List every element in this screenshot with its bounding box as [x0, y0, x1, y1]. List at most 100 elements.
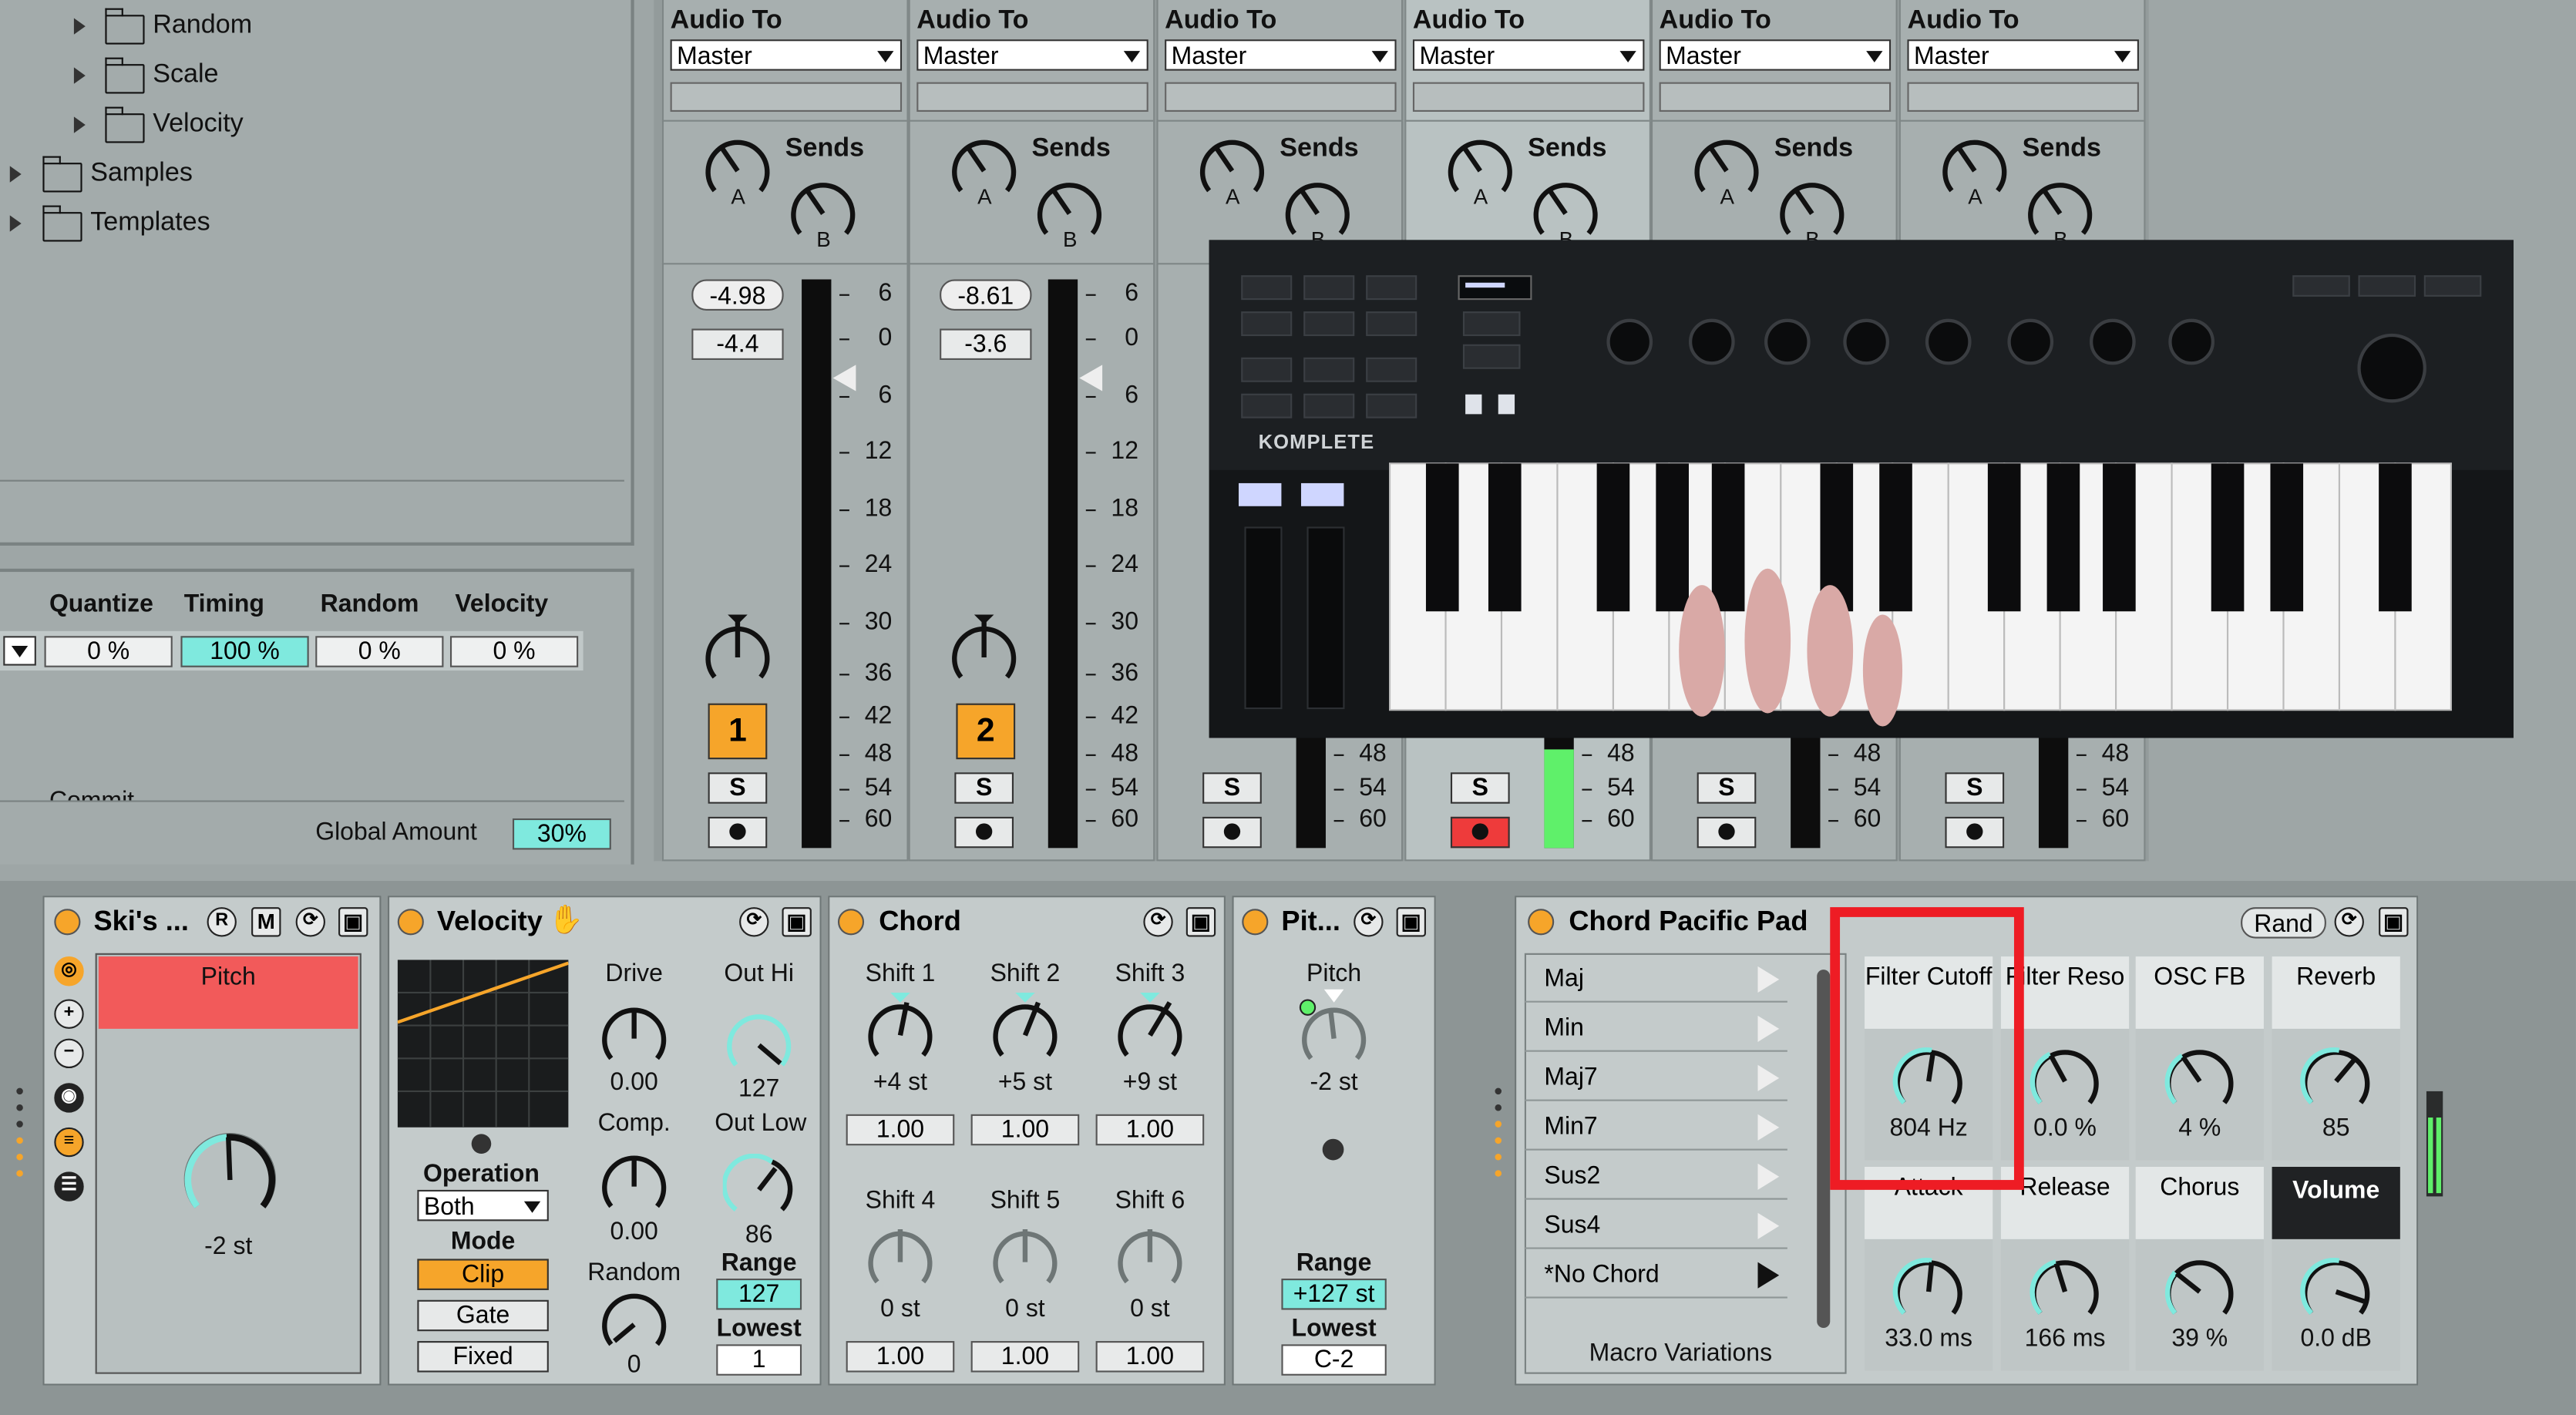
chord-shift-knob[interactable] — [1114, 990, 1186, 1068]
variation-item[interactable]: Maj — [1524, 955, 1787, 1003]
volume-fader-arrow[interactable] — [1079, 365, 1103, 392]
play-variation-icon[interactable] — [1757, 966, 1780, 993]
variation-item[interactable]: Sus2 — [1524, 1152, 1787, 1200]
macro-label[interactable]: Volume — [2272, 1167, 2400, 1239]
variations-scrollbar[interactable] — [1817, 970, 1831, 1328]
macro-knob[interactable] — [2297, 1042, 2376, 1121]
arm-button[interactable] — [708, 816, 768, 849]
device-power-toggle[interactable] — [397, 909, 424, 936]
groove-velocity-field[interactable]: 0 % — [449, 636, 579, 667]
variation-item[interactable]: Min — [1524, 1004, 1787, 1052]
chord-shift-knob[interactable] — [1114, 1216, 1186, 1295]
channel-input-box[interactable] — [1165, 82, 1397, 113]
pan-knob[interactable] — [948, 611, 1021, 694]
arm-button[interactable] — [1945, 816, 2005, 849]
chord-shift-velocity[interactable]: 1.00 — [1095, 1341, 1205, 1373]
browser-item-velocity[interactable]: Velocity — [153, 110, 244, 139]
hot-swap-icon[interactable]: ⟳ — [739, 907, 769, 937]
macro-label[interactable]: Chorus — [2135, 1167, 2264, 1239]
variation-item[interactable]: Min7 — [1524, 1103, 1787, 1151]
solo-button[interactable]: S — [1202, 772, 1262, 804]
hot-swap-icon[interactable]: ⟳ — [295, 907, 325, 937]
expand-triangle-icon[interactable] — [73, 116, 86, 133]
camera-icon[interactable]: ◉ — [54, 1083, 84, 1113]
play-variation-icon[interactable] — [1757, 1015, 1780, 1042]
variation-item[interactable]: *No Chord — [1524, 1251, 1787, 1299]
remove-macro-icon[interactable]: − — [54, 1038, 84, 1069]
global-amount-field[interactable]: 30% — [512, 818, 611, 850]
track-2-activator[interactable]: 2 — [956, 703, 1016, 760]
track-1-volume[interactable]: -4.4 — [691, 328, 784, 360]
browser-item-templates[interactable]: Templates — [90, 209, 210, 238]
chord-shift-velocity[interactable]: 1.00 — [846, 1341, 955, 1373]
out-hi-knob[interactable] — [723, 1009, 795, 1081]
volume-fader-arrow[interactable] — [832, 365, 856, 392]
groove-timing-field[interactable]: 100 % — [180, 636, 309, 667]
audio-to-select[interactable]: Master — [670, 39, 903, 71]
velocity-curve-display[interactable] — [397, 960, 569, 1128]
groove-quantize-field[interactable]: 0 % — [44, 636, 173, 667]
solo-button[interactable]: S — [708, 772, 768, 804]
macro-knob[interactable] — [2297, 1252, 2376, 1331]
expand-triangle-icon[interactable] — [9, 166, 22, 183]
chord-shift-knob[interactable] — [989, 1216, 1061, 1295]
random-knob[interactable] — [598, 1289, 671, 1361]
solo-button[interactable]: S — [1697, 772, 1757, 804]
channel-input-box[interactable] — [670, 82, 903, 113]
chord-shift-velocity[interactable]: 1.00 — [970, 1114, 1080, 1146]
macro-pitch-knob[interactable] — [177, 1128, 282, 1232]
audio-to-select[interactable]: Master — [1907, 39, 2139, 71]
device-power-toggle[interactable] — [54, 909, 81, 936]
mode-fixed-button[interactable]: Fixed — [417, 1341, 549, 1373]
ski-r-button[interactable]: R — [207, 907, 237, 937]
audio-to-select[interactable]: Master — [1412, 39, 1645, 71]
device-chain-handle[interactable] — [16, 1087, 23, 1187]
play-variation-icon[interactable] — [1757, 1212, 1780, 1239]
chain-list-icon[interactable]: ≡ — [54, 1127, 84, 1158]
pitch-lowest-field[interactable]: C-2 — [1281, 1344, 1387, 1376]
play-variation-icon[interactable] — [1757, 1064, 1780, 1091]
channel-input-box[interactable] — [916, 82, 1148, 113]
hot-swap-icon[interactable]: ⟳ — [1354, 907, 1384, 937]
macro-knob[interactable] — [2161, 1042, 2239, 1121]
play-variation-icon[interactable] — [1757, 1262, 1780, 1289]
range-field[interactable]: 127 — [716, 1279, 802, 1310]
audio-to-select[interactable]: Master — [1165, 39, 1397, 71]
solo-button[interactable]: S — [1945, 772, 2005, 804]
chord-shift-velocity[interactable]: 1.00 — [1095, 1114, 1205, 1146]
expand-triangle-icon[interactable] — [73, 18, 86, 35]
arm-button[interactable] — [1697, 816, 1757, 849]
macro-knob[interactable] — [1889, 1252, 1968, 1331]
channel-input-box[interactable] — [1907, 82, 2139, 113]
device-power-toggle[interactable] — [837, 909, 865, 936]
save-preset-icon[interactable]: ▣ — [338, 907, 368, 937]
curve-handle[interactable] — [471, 1134, 492, 1154]
audio-to-select[interactable]: Master — [916, 39, 1148, 71]
pan-knob[interactable] — [701, 611, 774, 694]
save-preset-icon[interactable]: ▣ — [1396, 907, 1426, 937]
device-list-icon[interactable]: ☰ — [54, 1171, 84, 1202]
track-1-activator[interactable]: 1 — [708, 703, 768, 760]
comp-knob[interactable] — [598, 1151, 671, 1223]
browser-item-scale[interactable]: Scale — [153, 61, 218, 90]
channel-input-box[interactable] — [1412, 82, 1645, 113]
mode-clip-button[interactable]: Clip — [417, 1259, 549, 1290]
save-preset-icon[interactable]: ▣ — [2379, 907, 2409, 937]
out-low-knob[interactable] — [722, 1153, 795, 1226]
save-preset-icon[interactable]: ▣ — [782, 907, 812, 937]
chord-shift-knob[interactable] — [989, 990, 1061, 1068]
play-variation-icon[interactable] — [1757, 1163, 1780, 1190]
drive-knob[interactable] — [598, 1003, 671, 1075]
solo-button[interactable]: S — [1450, 772, 1510, 804]
macro-knob[interactable] — [2161, 1252, 2239, 1331]
track-2-volume[interactable]: -3.6 — [940, 328, 1032, 360]
pitch-range-field[interactable]: +127 st — [1281, 1279, 1387, 1310]
variation-item[interactable]: Maj7 — [1524, 1054, 1787, 1101]
macro-knob[interactable] — [2026, 1042, 2104, 1121]
mode-gate-button[interactable]: Gate — [417, 1299, 549, 1332]
macro-label[interactable]: Reverb — [2272, 956, 2400, 1029]
channel-input-box[interactable] — [1659, 82, 1892, 113]
macro-knob[interactable] — [2026, 1252, 2104, 1331]
arm-button[interactable] — [954, 816, 1014, 849]
operation-select[interactable]: Both — [417, 1189, 549, 1222]
